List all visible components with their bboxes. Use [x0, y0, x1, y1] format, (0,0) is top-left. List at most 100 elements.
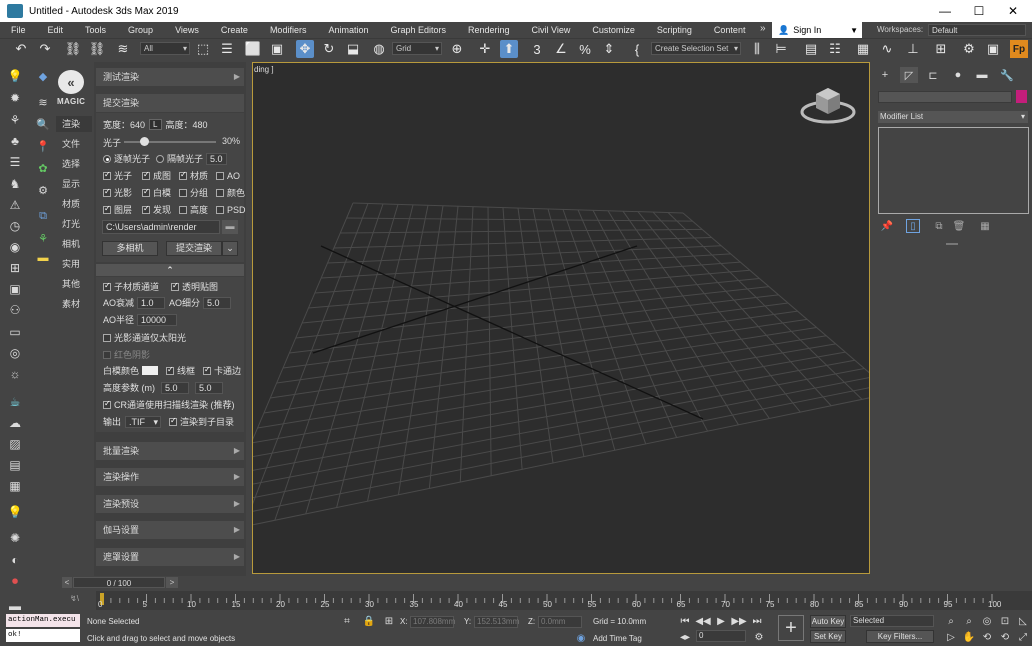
go-to-start-icon[interactable]: ⏮: [678, 614, 692, 628]
check-light-shadow[interactable]: [103, 187, 111, 197]
check-height[interactable]: [179, 205, 188, 214]
ao-subdiv-spinner[interactable]: 5.0: [203, 296, 232, 309]
tree-icon[interactable]: ♣: [6, 133, 24, 149]
aspect-lock-button[interactable]: L: [149, 119, 162, 130]
rendered-frame-window-icon[interactable]: ▣: [984, 40, 1002, 58]
check-group[interactable]: [179, 188, 188, 197]
folder-icon[interactable]: ▬: [222, 220, 238, 234]
modify-tab-icon[interactable]: ◸: [900, 67, 918, 83]
field-of-view-icon[interactable]: ◺: [1016, 614, 1030, 628]
cloud-icon[interactable]: ☁: [6, 415, 24, 431]
check-layer[interactable]: [103, 204, 111, 214]
output-path-field[interactable]: C:\Users\admin\render: [102, 220, 220, 234]
show-end-result-icon[interactable]: ▯: [906, 219, 920, 233]
render-production-icon[interactable]: Fp: [1010, 40, 1028, 58]
mirror-icon[interactable]: ⫼: [748, 40, 766, 58]
menu-modifiers[interactable]: Modifiers: [259, 22, 318, 38]
material-editor-icon[interactable]: ⊞: [932, 40, 950, 58]
warning-icon[interactable]: ⚠: [6, 197, 24, 213]
check-card-edge[interactable]: [203, 365, 212, 375]
x-coord-field[interactable]: 107.808mm: [410, 616, 455, 628]
multi-camera-button[interactable]: 多相机: [102, 241, 158, 256]
minimize-button[interactable]: —: [928, 0, 962, 22]
height-value[interactable]: 480: [193, 120, 208, 130]
bar-icon[interactable]: ▬: [34, 250, 52, 266]
maximize-viewport-icon[interactable]: ⤢: [1016, 630, 1030, 644]
magic-nav-select[interactable]: 选择: [56, 156, 92, 172]
absolute-mode-icon[interactable]: ⊞: [382, 614, 396, 628]
photon-slider-handle[interactable]: [140, 137, 149, 146]
object-color-swatch[interactable]: [1016, 90, 1027, 103]
document-icon[interactable]: ▤: [6, 457, 24, 473]
check-sub-material-channel[interactable]: [103, 281, 111, 291]
collapse-toggle[interactable]: ⌃: [96, 264, 244, 276]
select-move-icon[interactable]: ✥: [296, 40, 314, 58]
submit-render-button[interactable]: 提交渲染: [166, 241, 222, 256]
scene-explorer-icon[interactable]: ▤: [802, 40, 820, 58]
output-format-select[interactable]: .TIF ▾: [125, 415, 162, 428]
lock-selection-icon[interactable]: 🔒: [362, 614, 376, 628]
object-name-field[interactable]: [878, 91, 1012, 103]
check-color[interactable]: [216, 188, 225, 197]
menu-scripting[interactable]: Scripting: [646, 22, 703, 38]
check-transparent-map[interactable]: [171, 281, 180, 291]
ao-falloff-spinner[interactable]: 1.0: [137, 296, 166, 309]
magic-nav-utility[interactable]: 实用: [56, 256, 92, 272]
key-filters-button[interactable]: Key Filters...: [866, 630, 934, 643]
teapot-icon[interactable]: ☕: [6, 394, 24, 410]
check-render-to-subdir[interactable]: [169, 416, 178, 426]
configure-sets-icon[interactable]: ▦: [978, 219, 992, 233]
check-material[interactable]: [179, 170, 188, 180]
pivot-center-icon[interactable]: ⊕: [448, 40, 466, 58]
render-setup-icon[interactable]: ⚙: [960, 40, 978, 58]
sun-icon[interactable]: ✹: [6, 90, 24, 106]
set-key-big-icon[interactable]: +: [778, 615, 804, 641]
search-icon[interactable]: 🔍: [34, 116, 52, 132]
check-sun-only[interactable]: [103, 333, 111, 342]
orbit-icon[interactable]: ⟲: [980, 630, 994, 644]
image-icon[interactable]: ▨: [6, 436, 24, 452]
camera-round-icon[interactable]: ◉: [6, 239, 24, 255]
check-white-model[interactable]: [142, 187, 151, 197]
group-icon[interactable]: ⚘: [6, 112, 24, 128]
zoom-extents-all-icon[interactable]: ⊡: [998, 614, 1012, 628]
every-n-spinner[interactable]: 5.0: [206, 152, 227, 165]
check-red-shadow[interactable]: [103, 350, 111, 359]
magic-nav-light[interactable]: 灯光: [56, 216, 92, 232]
percent-snap-icon[interactable]: %: [576, 40, 594, 58]
check-image[interactable]: [142, 170, 151, 180]
stack-icon[interactable]: ⧉: [34, 208, 52, 224]
check-normal[interactable]: [142, 204, 151, 214]
schematic-view-icon[interactable]: ⊥: [904, 40, 922, 58]
pan-view-icon[interactable]: ✋: [962, 630, 976, 644]
window-crossing-icon[interactable]: ▣: [268, 40, 286, 58]
key-mode-icon[interactable]: ◂▸: [678, 630, 692, 644]
menu-overflow-button[interactable]: »: [760, 23, 766, 34]
z-coord-field[interactable]: 0.0mm: [538, 616, 582, 628]
menu-edit[interactable]: Edit: [37, 22, 75, 38]
menu-file[interactable]: File: [0, 22, 37, 38]
photon-slider-track[interactable]: [124, 141, 216, 143]
utilities-tab-icon[interactable]: 🔧: [998, 67, 1016, 83]
radio-per-frame[interactable]: [103, 154, 111, 163]
magic-nav-assets[interactable]: 素材: [56, 296, 92, 312]
section-render-ops[interactable]: 渲染操作 ▶: [96, 468, 244, 486]
magic-nav-other[interactable]: 其他: [56, 276, 92, 292]
people-icon[interactable]: ⚇: [6, 302, 24, 318]
menu-views[interactable]: Views: [164, 22, 210, 38]
menu-group[interactable]: Group: [117, 22, 164, 38]
maxscript-listener-line1[interactable]: actionMan.execu: [6, 614, 80, 627]
magic-nav-render[interactable]: 渲染: [56, 116, 92, 132]
auto-key-button[interactable]: Auto Key: [810, 615, 846, 628]
snaps-toggle-icon[interactable]: 3: [528, 40, 546, 58]
close-button[interactable]: ✕: [996, 0, 1030, 22]
list-icon[interactable]: ☰: [6, 154, 24, 170]
create-tab-icon[interactable]: +: [876, 67, 894, 83]
undo-icon[interactable]: ↶: [12, 40, 30, 58]
wave-icon[interactable]: ≋: [34, 94, 52, 110]
time-config-icon[interactable]: ⚙: [752, 630, 766, 644]
plant-icon[interactable]: ✿: [34, 160, 52, 176]
zoom-icon[interactable]: ⌕: [944, 614, 958, 628]
white-model-color-swatch[interactable]: [142, 366, 159, 375]
height-param-b-spinner[interactable]: 5.0: [195, 381, 223, 394]
